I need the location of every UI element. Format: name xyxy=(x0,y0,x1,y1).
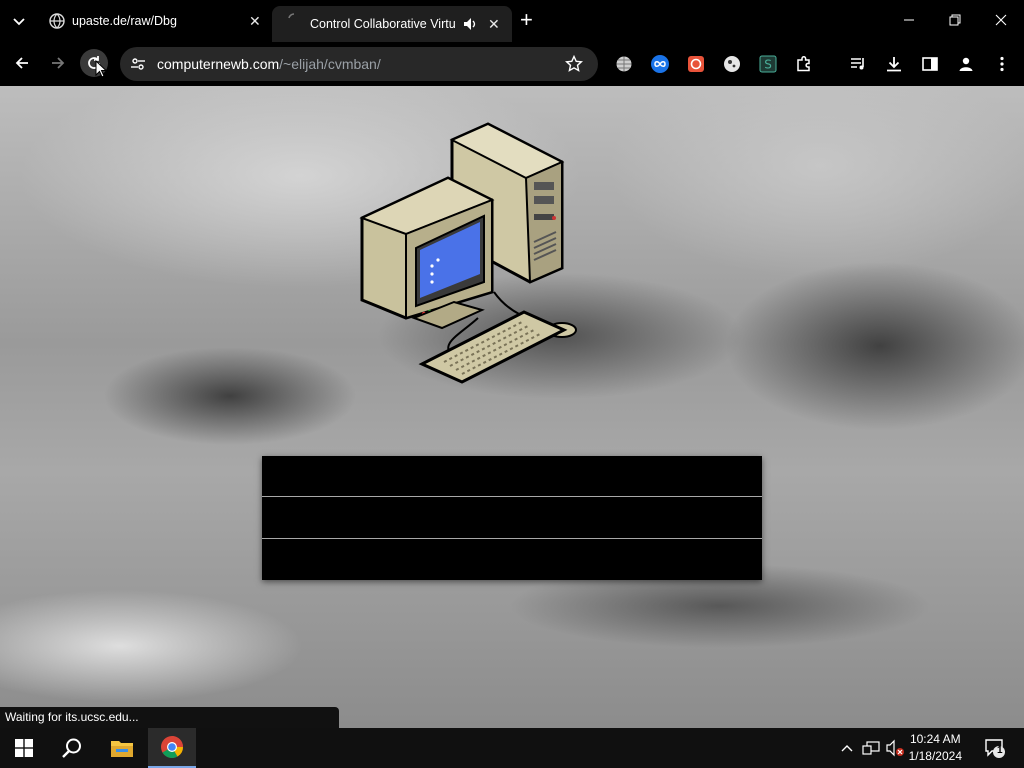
tab-title: Control Collaborative Virtua xyxy=(310,17,456,31)
menu-kebab-icon[interactable] xyxy=(992,54,1012,74)
globe-icon xyxy=(49,13,65,32)
tab-search-icon[interactable] xyxy=(10,12,28,30)
file-explorer-icon[interactable] xyxy=(98,728,146,768)
forward-button[interactable] xyxy=(44,49,72,77)
windows-start-icon[interactable] xyxy=(0,728,48,768)
menu-row[interactable] xyxy=(262,539,762,580)
tab-title: upaste.de/raw/Dbg xyxy=(72,14,177,28)
download-icon[interactable] xyxy=(884,54,904,74)
mouse-cursor-icon xyxy=(95,59,108,83)
url-path: /~elijah/cvmban/ xyxy=(279,56,381,72)
back-button[interactable] xyxy=(8,49,36,77)
chrome-icon[interactable] xyxy=(148,728,196,768)
menu-panel xyxy=(262,456,762,580)
address-bar[interactable]: computernewb.com/~elijah/cvmban/ xyxy=(120,47,598,81)
audio-playing-icon[interactable] xyxy=(462,16,478,35)
infinity-icon[interactable] xyxy=(650,54,670,74)
page-content xyxy=(0,86,1024,728)
url-host: computernewb.com xyxy=(157,56,280,72)
profile-icon[interactable] xyxy=(956,54,976,74)
svg-text:S: S xyxy=(764,58,772,72)
tab-strip: upaste.de/raw/Dbg ✕ Control Collaborativ… xyxy=(0,0,1024,42)
close-tab-icon[interactable]: ✕ xyxy=(488,16,500,33)
bookmark-star-icon[interactable] xyxy=(564,54,584,78)
menu-row[interactable] xyxy=(262,456,762,497)
restore-button[interactable] xyxy=(932,0,978,40)
media-queue-icon[interactable] xyxy=(848,54,868,74)
network-icon[interactable] xyxy=(860,728,882,768)
close-window-button[interactable] xyxy=(978,0,1024,40)
record-icon[interactable] xyxy=(686,54,706,74)
minimize-button[interactable] xyxy=(886,0,932,40)
notification-center-icon[interactable]: 1 xyxy=(980,728,1010,768)
browser-toolbar: computernewb.com/~elijah/cvmban/ S xyxy=(0,42,1024,86)
puzzle-icon[interactable] xyxy=(794,54,814,74)
s-icon[interactable]: S xyxy=(758,54,778,74)
tab-control-collaborative[interactable]: Control Collaborative Virtua ✕ xyxy=(272,6,512,42)
notification-badge: 1 xyxy=(997,745,1003,756)
new-tab-button[interactable]: + xyxy=(520,7,533,33)
cookie-icon[interactable] xyxy=(722,54,742,74)
site-settings-icon[interactable] xyxy=(130,56,146,77)
retro-computer-icon xyxy=(359,122,577,384)
show-hidden-icons-icon[interactable] xyxy=(838,728,856,768)
menu-row[interactable] xyxy=(262,497,762,538)
search-icon[interactable] xyxy=(48,728,96,768)
side-panel-icon[interactable] xyxy=(920,54,940,74)
url-text[interactable]: computernewb.com/~elijah/cvmban/ xyxy=(157,56,381,72)
close-tab-icon[interactable]: ✕ xyxy=(249,13,261,30)
taskbar: 10:24 AM 1/18/2024 1 xyxy=(0,728,1024,768)
status-bubble: Waiting for its.ucsc.edu... xyxy=(0,707,339,728)
clock-time: 10:24 AM xyxy=(909,732,961,746)
clock-date: 1/18/2024 xyxy=(908,749,962,763)
globe-icon[interactable] xyxy=(614,54,634,74)
volume-muted-icon[interactable] xyxy=(884,728,906,768)
system-clock[interactable]: 10:24 AM 1/18/2024 xyxy=(909,731,962,765)
loading-spinner-icon xyxy=(287,12,301,29)
tab-upaste[interactable]: upaste.de/raw/Dbg ✕ xyxy=(40,0,272,42)
